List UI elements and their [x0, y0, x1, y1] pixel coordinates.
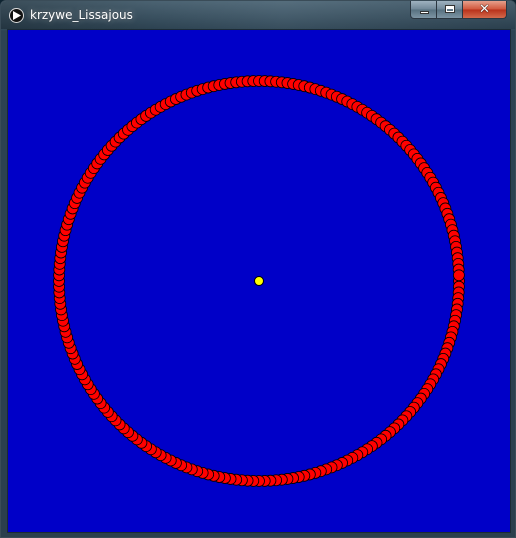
window-controls: ✕ — [410, 1, 507, 20]
window-title: krzywe_Lissajous — [30, 8, 133, 22]
curve-dot — [453, 269, 465, 282]
center-point — [254, 276, 264, 286]
title-bar[interactable]: krzywe_Lissajous ✕ — [1, 1, 515, 29]
app-window: krzywe_Lissajous ✕ — [0, 0, 516, 538]
minimize-button[interactable] — [410, 1, 437, 19]
maximize-icon — [445, 5, 455, 13]
maximize-button[interactable] — [437, 1, 463, 19]
close-button[interactable]: ✕ — [463, 1, 507, 19]
sketch-canvas[interactable] — [8, 30, 510, 532]
lissajous-drawing — [53, 75, 465, 487]
close-icon: ✕ — [479, 2, 490, 17]
minimize-icon — [420, 11, 429, 14]
play-icon[interactable] — [9, 8, 24, 23]
